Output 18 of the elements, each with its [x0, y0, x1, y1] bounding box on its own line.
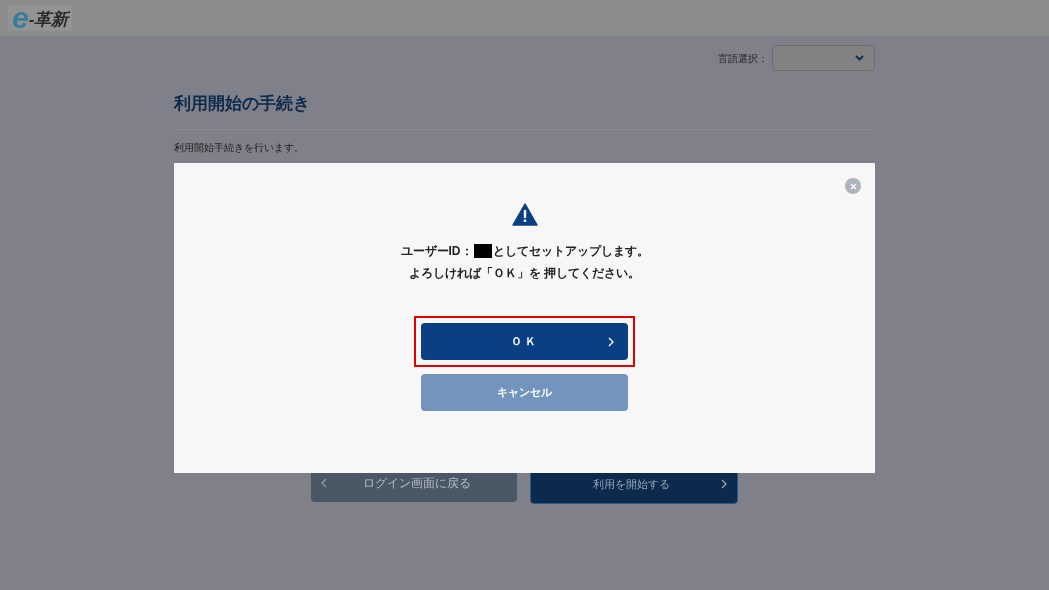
message-text: よろしければ「ＯＫ」を 押してください。	[408, 265, 641, 282]
cancel-button[interactable]: キャンセル	[421, 374, 628, 411]
ok-button[interactable]: ＯＫ	[421, 323, 628, 360]
message-text: としてセットアップします。	[492, 243, 649, 260]
chevron-down-icon	[855, 55, 864, 61]
close-icon	[849, 182, 857, 190]
page-description: 利用開始手続きを行います。	[174, 140, 305, 155]
language-select[interactable]	[772, 45, 875, 71]
chevron-left-icon	[321, 478, 327, 488]
logo[interactable]: e-革新	[8, 5, 73, 31]
warning-icon	[511, 203, 538, 226]
language-label: 言語選択：	[718, 51, 768, 66]
close-button[interactable]	[845, 178, 861, 194]
message-text: ユーザーID：	[400, 243, 473, 260]
page-title: 利用開始の手続き	[174, 91, 875, 130]
chevron-right-icon	[608, 337, 614, 347]
chevron-right-icon	[721, 479, 727, 489]
redaction-block	[473, 244, 492, 258]
